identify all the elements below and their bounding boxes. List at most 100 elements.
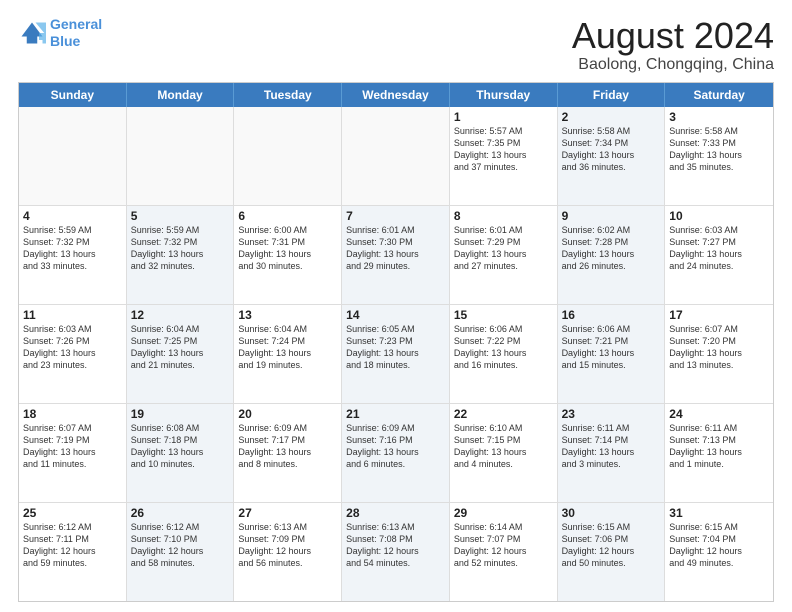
cell-text: Sunrise: 5:58 AM Sunset: 7:33 PM Dayligh…: [669, 125, 769, 174]
cell-text: Sunrise: 6:12 AM Sunset: 7:10 PM Dayligh…: [131, 521, 230, 570]
cell-text: Sunrise: 6:04 AM Sunset: 7:25 PM Dayligh…: [131, 323, 230, 372]
location: Baolong, Chongqing, China: [572, 56, 774, 74]
day-number: 25: [23, 506, 122, 520]
calendar-cell: 19Sunrise: 6:08 AM Sunset: 7:18 PM Dayli…: [127, 404, 235, 502]
calendar-cell: 5Sunrise: 5:59 AM Sunset: 7:32 PM Daylig…: [127, 206, 235, 304]
day-number: 7: [346, 209, 445, 223]
cell-text: Sunrise: 6:13 AM Sunset: 7:08 PM Dayligh…: [346, 521, 445, 570]
logo: General Blue: [18, 16, 102, 50]
calendar-cell: 21Sunrise: 6:09 AM Sunset: 7:16 PM Dayli…: [342, 404, 450, 502]
calendar-cell: 13Sunrise: 6:04 AM Sunset: 7:24 PM Dayli…: [234, 305, 342, 403]
header: General Blue August 2024 Baolong, Chongq…: [18, 16, 774, 74]
day-number: 26: [131, 506, 230, 520]
calendar-cell: [234, 107, 342, 205]
cell-text: Sunrise: 6:09 AM Sunset: 7:17 PM Dayligh…: [238, 422, 337, 471]
calendar-row-4: 25Sunrise: 6:12 AM Sunset: 7:11 PM Dayli…: [19, 502, 773, 601]
header-cell-wednesday: Wednesday: [342, 83, 450, 107]
calendar-cell: 20Sunrise: 6:09 AM Sunset: 7:17 PM Dayli…: [234, 404, 342, 502]
day-number: 20: [238, 407, 337, 421]
calendar-cell: 18Sunrise: 6:07 AM Sunset: 7:19 PM Dayli…: [19, 404, 127, 502]
cell-text: Sunrise: 6:03 AM Sunset: 7:26 PM Dayligh…: [23, 323, 122, 372]
day-number: 15: [454, 308, 553, 322]
cell-text: Sunrise: 6:12 AM Sunset: 7:11 PM Dayligh…: [23, 521, 122, 570]
day-number: 19: [131, 407, 230, 421]
header-cell-sunday: Sunday: [19, 83, 127, 107]
day-number: 9: [562, 209, 661, 223]
calendar-header: SundayMondayTuesdayWednesdayThursdayFrid…: [19, 83, 773, 107]
day-number: 18: [23, 407, 122, 421]
cell-text: Sunrise: 6:11 AM Sunset: 7:14 PM Dayligh…: [562, 422, 661, 471]
cell-text: Sunrise: 6:11 AM Sunset: 7:13 PM Dayligh…: [669, 422, 769, 471]
cell-text: Sunrise: 6:08 AM Sunset: 7:18 PM Dayligh…: [131, 422, 230, 471]
cell-text: Sunrise: 6:14 AM Sunset: 7:07 PM Dayligh…: [454, 521, 553, 570]
day-number: 13: [238, 308, 337, 322]
calendar-cell: 25Sunrise: 6:12 AM Sunset: 7:11 PM Dayli…: [19, 503, 127, 601]
day-number: 17: [669, 308, 769, 322]
cell-text: Sunrise: 5:59 AM Sunset: 7:32 PM Dayligh…: [131, 224, 230, 273]
cell-text: Sunrise: 5:58 AM Sunset: 7:34 PM Dayligh…: [562, 125, 661, 174]
header-cell-thursday: Thursday: [450, 83, 558, 107]
calendar-row-2: 11Sunrise: 6:03 AM Sunset: 7:26 PM Dayli…: [19, 304, 773, 403]
day-number: 2: [562, 110, 661, 124]
header-cell-tuesday: Tuesday: [234, 83, 342, 107]
calendar-cell: 9Sunrise: 6:02 AM Sunset: 7:28 PM Daylig…: [558, 206, 666, 304]
header-cell-friday: Friday: [558, 83, 666, 107]
calendar-cell: 28Sunrise: 6:13 AM Sunset: 7:08 PM Dayli…: [342, 503, 450, 601]
day-number: 23: [562, 407, 661, 421]
calendar-cell: 22Sunrise: 6:10 AM Sunset: 7:15 PM Dayli…: [450, 404, 558, 502]
cell-text: Sunrise: 6:15 AM Sunset: 7:06 PM Dayligh…: [562, 521, 661, 570]
calendar-cell: 15Sunrise: 6:06 AM Sunset: 7:22 PM Dayli…: [450, 305, 558, 403]
day-number: 6: [238, 209, 337, 223]
cell-text: Sunrise: 6:00 AM Sunset: 7:31 PM Dayligh…: [238, 224, 337, 273]
cell-text: Sunrise: 6:07 AM Sunset: 7:19 PM Dayligh…: [23, 422, 122, 471]
calendar-cell: 29Sunrise: 6:14 AM Sunset: 7:07 PM Dayli…: [450, 503, 558, 601]
calendar-cell: 12Sunrise: 6:04 AM Sunset: 7:25 PM Dayli…: [127, 305, 235, 403]
header-cell-saturday: Saturday: [665, 83, 773, 107]
day-number: 27: [238, 506, 337, 520]
day-number: 5: [131, 209, 230, 223]
cell-text: Sunrise: 6:07 AM Sunset: 7:20 PM Dayligh…: [669, 323, 769, 372]
day-number: 11: [23, 308, 122, 322]
cell-text: Sunrise: 6:09 AM Sunset: 7:16 PM Dayligh…: [346, 422, 445, 471]
calendar-row-1: 4 Sunrise: 5:59 AM Sunset: 7:32 PM Daylig…: [19, 205, 773, 304]
day-number: 3: [669, 110, 769, 124]
calendar-cell: 26Sunrise: 6:12 AM Sunset: 7:10 PM Dayli…: [127, 503, 235, 601]
calendar-cell: 17Sunrise: 6:07 AM Sunset: 7:20 PM Dayli…: [665, 305, 773, 403]
cell-text: Sunrise: 6:10 AM Sunset: 7:15 PM Dayligh…: [454, 422, 553, 471]
day-number: 14: [346, 308, 445, 322]
day-number: 8: [454, 209, 553, 223]
title-area: August 2024 Baolong, Chongqing, China: [572, 16, 774, 74]
logo-text: General Blue: [50, 16, 102, 50]
day-number: 21: [346, 407, 445, 421]
month-title: August 2024: [572, 16, 774, 56]
calendar-cell: 23Sunrise: 6:11 AM Sunset: 7:14 PM Dayli…: [558, 404, 666, 502]
calendar-cell: 2Sunrise: 5:58 AM Sunset: 7:34 PM Daylig…: [558, 107, 666, 205]
calendar-cell: 3Sunrise: 5:58 AM Sunset: 7:33 PM Daylig…: [665, 107, 773, 205]
day-number: 12: [131, 308, 230, 322]
day-number: 1: [454, 110, 553, 124]
calendar-cell: 27Sunrise: 6:13 AM Sunset: 7:09 PM Dayli…: [234, 503, 342, 601]
calendar-cell: 11Sunrise: 6:03 AM Sunset: 7:26 PM Dayli…: [19, 305, 127, 403]
header-cell-monday: Monday: [127, 83, 235, 107]
day-number: 4: [23, 209, 122, 223]
day-number: 24: [669, 407, 769, 421]
logo-line1: General: [50, 16, 102, 32]
logo-line2: Blue: [50, 33, 80, 49]
logo-icon: [18, 19, 46, 47]
calendar-body: 1Sunrise: 5:57 AM Sunset: 7:35 PM Daylig…: [19, 107, 773, 601]
day-number: 30: [562, 506, 661, 520]
calendar-cell: [19, 107, 127, 205]
cell-text: Sunrise: 5:57 AM Sunset: 7:35 PM Dayligh…: [454, 125, 553, 174]
cell-text: Sunrise: 6:05 AM Sunset: 7:23 PM Dayligh…: [346, 323, 445, 372]
cell-text: Sunrise: 6:04 AM Sunset: 7:24 PM Dayligh…: [238, 323, 337, 372]
calendar-cell: 30Sunrise: 6:15 AM Sunset: 7:06 PM Dayli…: [558, 503, 666, 601]
day-number: 10: [669, 209, 769, 223]
cell-text: Sunrise: 6:15 AM Sunset: 7:04 PM Dayligh…: [669, 521, 769, 570]
calendar-row-3: 18Sunrise: 6:07 AM Sunset: 7:19 PM Dayli…: [19, 403, 773, 502]
day-number: 29: [454, 506, 553, 520]
calendar-cell: 6Sunrise: 6:00 AM Sunset: 7:31 PM Daylig…: [234, 206, 342, 304]
calendar-cell: 7Sunrise: 6:01 AM Sunset: 7:30 PM Daylig…: [342, 206, 450, 304]
calendar-cell: [127, 107, 235, 205]
calendar-cell: 10Sunrise: 6:03 AM Sunset: 7:27 PM Dayli…: [665, 206, 773, 304]
calendar-cell: 1Sunrise: 5:57 AM Sunset: 7:35 PM Daylig…: [450, 107, 558, 205]
